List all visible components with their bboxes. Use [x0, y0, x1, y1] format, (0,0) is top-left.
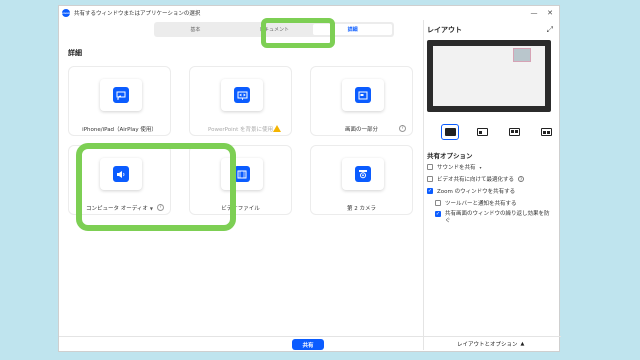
powerpoint-background-icon	[234, 87, 250, 103]
preview-video-thumbnail	[513, 48, 531, 62]
card-portion-of-screen[interactable]: 画面の一部分 ?	[310, 66, 413, 136]
panel-divider	[423, 20, 424, 350]
minimize-icon[interactable]: —	[529, 8, 539, 18]
camera-icon	[355, 166, 371, 182]
option-label: 共有画面のウィンドウの繰り返し効果を防ぐ	[445, 211, 550, 224]
card-icon-box	[221, 79, 263, 111]
checkbox-checked[interactable]: ✓	[435, 211, 441, 217]
chevron-down-icon[interactable]: ▾	[480, 165, 482, 170]
window-title: 共有するウィンドウまたはアプリケーションの選択	[74, 11, 201, 17]
option-prevent-mirror-effect[interactable]: ✓ 共有画面のウィンドウの繰り返し効果を防ぐ	[435, 211, 553, 225]
layout-options-button[interactable]: レイアウトとオプション ▲	[457, 340, 524, 348]
caret-up-icon: ▲	[520, 341, 525, 347]
card-icon-box	[342, 158, 384, 190]
option-label: ツールバーと通知を共有する	[445, 201, 517, 207]
layout-corner-button[interactable]	[505, 124, 523, 140]
layout-standard-button[interactable]	[441, 124, 459, 140]
help-icon[interactable]: ?	[518, 176, 525, 182]
option-optimize-video[interactable]: ビデオ共有に向けて最適化する ?	[427, 175, 525, 183]
card-icon-box	[342, 79, 384, 111]
option-share-toolbar[interactable]: ツールバーと通知を共有する	[435, 199, 517, 207]
tab-highlight-annotation	[261, 18, 335, 48]
card-label: 画面の一部分	[344, 127, 378, 133]
layout-split-icon	[540, 128, 552, 136]
warning-icon	[273, 125, 281, 132]
zoom-logo-icon: zoom	[62, 9, 70, 17]
computer-audio-highlight-annotation	[76, 143, 236, 231]
checkbox-checked[interactable]: ✓	[427, 188, 433, 194]
close-icon[interactable]: ✕	[545, 8, 555, 18]
layout-side-button[interactable]	[473, 124, 491, 140]
layout-options	[441, 124, 555, 140]
option-label: ビデオ共有に向けて最適化する	[437, 177, 515, 183]
layout-title: レイアウト	[427, 26, 462, 34]
card-label: iPhone/iPad（AirPlay 使用）	[82, 127, 157, 133]
info-icon[interactable]: ?	[399, 125, 406, 132]
layout-preview	[427, 40, 551, 112]
expand-icon[interactable]: ⤢	[547, 25, 553, 35]
card-label: 第 2 カメラ	[347, 206, 376, 212]
video-file-icon	[234, 166, 250, 182]
card-powerpoint-background[interactable]: PowerPoint を背景に使用	[189, 66, 292, 136]
option-share-zoom-window[interactable]: ✓ Zoom のウィンドウを共有する	[427, 187, 515, 195]
layout-panel: レイアウト ⤢ 共有オプション サウンドを共有 ▾ ビデオ共有に向けて最適化する…	[427, 20, 557, 350]
option-label: Zoom のウィンドウを共有する	[437, 189, 516, 195]
card-second-camera[interactable]: 第 2 カメラ	[310, 145, 413, 215]
checkbox[interactable]	[427, 164, 433, 170]
tab-basic[interactable]: 基本	[156, 24, 235, 35]
option-share-sound[interactable]: サウンドを共有 ▾	[427, 163, 482, 171]
option-label: サウンドを共有	[437, 165, 476, 171]
share-options-title: 共有オプション	[427, 152, 473, 160]
layout-corner-icon	[508, 128, 520, 136]
layout-standard-icon	[444, 128, 456, 136]
layout-options-label: レイアウトとオプション	[457, 342, 518, 348]
airplay-icon	[113, 87, 129, 103]
card-airplay[interactable]: iPhone/iPad（AirPlay 使用）	[68, 66, 171, 136]
footer-divider	[59, 336, 561, 337]
checkbox[interactable]	[427, 176, 433, 182]
section-title: 詳細	[68, 49, 82, 57]
checkbox[interactable]	[435, 200, 441, 206]
portion-of-screen-icon	[355, 87, 371, 103]
share-window: zoom 共有するウィンドウまたはアプリケーションの選択 — ✕ 基本 ドキュメ…	[58, 5, 561, 352]
share-button[interactable]: 共有	[292, 339, 324, 350]
card-icon-box	[100, 79, 142, 111]
layout-side-icon	[476, 128, 488, 136]
layout-split-button[interactable]	[537, 124, 555, 140]
